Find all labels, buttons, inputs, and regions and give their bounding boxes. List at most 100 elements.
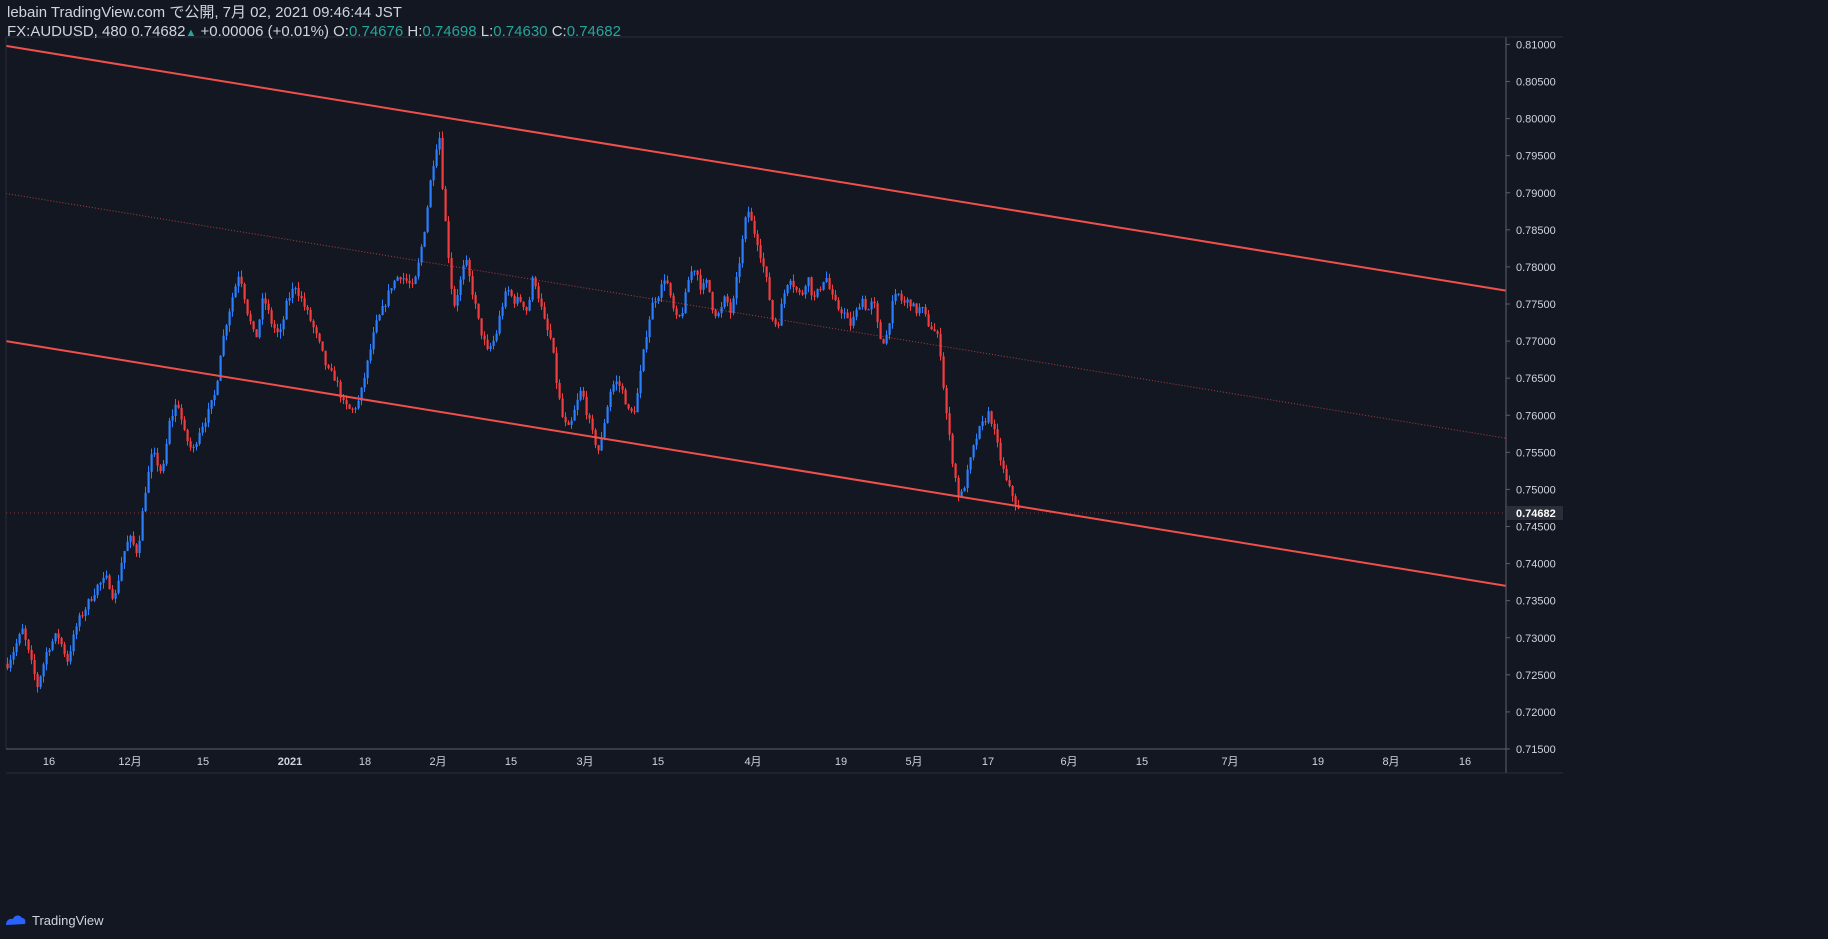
open-value: 0.74676 (348, 23, 404, 40)
candle-body (846, 312, 849, 319)
candle-body (579, 390, 582, 400)
candle-body (951, 434, 954, 464)
candle-body (699, 274, 702, 290)
high-label: H: (407, 23, 423, 40)
candle-body (480, 318, 483, 336)
candle-body (42, 664, 45, 677)
candle-body (996, 429, 999, 443)
candle-body (408, 280, 411, 284)
candle-body (726, 296, 729, 303)
candle-body (600, 437, 603, 451)
candle-body (645, 337, 648, 350)
candle-body (963, 488, 966, 492)
price-tick-label: 0.73000 (1516, 633, 1556, 645)
candle-body (912, 303, 915, 307)
candle-body (1002, 460, 1005, 469)
candle-body (966, 469, 969, 489)
candle-body (837, 300, 840, 310)
candle-body (750, 211, 753, 221)
high-value: 0.74698 (422, 23, 477, 40)
channel-line-lower[interactable] (5, 340, 1507, 587)
candle-body (33, 659, 36, 675)
candle-body (555, 352, 558, 383)
candle-body (93, 595, 96, 601)
candle-body (249, 314, 252, 322)
candle-body (99, 582, 102, 585)
candle-body (786, 284, 789, 294)
channel-line-mid[interactable] (5, 192, 1507, 439)
candle-body (279, 329, 282, 333)
candle-body (945, 387, 948, 414)
candle-body (441, 137, 444, 189)
channel-line-upper[interactable] (5, 44, 1507, 292)
candle-body (888, 323, 891, 335)
candle-body (900, 293, 903, 301)
candle-body (732, 298, 735, 313)
candle-body (825, 277, 828, 282)
candle-body (828, 277, 831, 290)
candle-body (798, 289, 801, 293)
candle-body (774, 319, 777, 325)
close-value: 0.74682 (566, 23, 621, 40)
candle-body (525, 307, 528, 311)
candle-body (168, 420, 171, 444)
candle-body (357, 400, 360, 409)
candle-body (402, 278, 405, 280)
candle-body (213, 394, 216, 401)
candle-body (894, 293, 897, 302)
candle-body (867, 309, 870, 311)
candle-body (366, 360, 369, 379)
candle-body (243, 283, 246, 300)
candle-body (891, 301, 894, 324)
candle-body (729, 302, 732, 313)
time-axis[interactable]: 16 12月 15 2021 18 2月 15 3月 15 4月 19 5月 17 6月 15 7月 19 8月 1… (43, 756, 1471, 768)
candle-body (531, 277, 534, 300)
price-chart[interactable]: 0.81000 0.80500 0.80000 0.79500 0.79000 0.785… (0, 0, 1828, 939)
candle-body (207, 408, 210, 423)
candle-body (648, 319, 651, 338)
candle-body (756, 233, 759, 246)
candle-body (240, 276, 243, 284)
candle-body (999, 442, 1002, 461)
candle-body (681, 312, 684, 317)
candle-body (255, 329, 258, 338)
candle-body (759, 245, 762, 259)
candle-body (132, 535, 135, 545)
candle-body (282, 319, 285, 330)
candle-body (63, 644, 66, 655)
candle-body (141, 511, 144, 541)
candle-body (567, 422, 570, 425)
candle-body (39, 676, 42, 688)
candle-body (75, 626, 78, 635)
candle-body (585, 396, 588, 416)
candle-body (714, 310, 717, 317)
candle-body (762, 258, 765, 267)
brand-label: TradingView (32, 912, 104, 928)
candle-body (234, 286, 237, 298)
candle-body (87, 599, 90, 610)
candle-body (387, 290, 390, 306)
candle-body (21, 628, 24, 635)
candle-body (834, 294, 837, 301)
candle-body (546, 318, 549, 331)
candle-body (345, 400, 348, 405)
candle-body (861, 298, 864, 308)
candle-body (15, 643, 18, 652)
price-axis[interactable]: 0.81000 0.80500 0.80000 0.79500 0.79000 0.785… (1506, 39, 1563, 756)
candle-body (909, 299, 912, 307)
candle-body (390, 288, 393, 291)
candle-body (783, 293, 786, 304)
tradingview-branding[interactable]: TradingView (4, 910, 104, 930)
candle-body (843, 312, 846, 314)
candle-body (477, 303, 480, 319)
candle-body (852, 316, 855, 326)
candle-body (588, 415, 591, 419)
candle-body (612, 384, 615, 392)
candle-body (411, 283, 414, 285)
candle-body (405, 278, 408, 281)
candle-body (753, 220, 756, 234)
time-tick-label: 2021 (278, 756, 302, 768)
candle-body (384, 305, 387, 307)
price-tick-label: 0.79500 (1516, 151, 1556, 163)
candle-body (333, 370, 336, 381)
